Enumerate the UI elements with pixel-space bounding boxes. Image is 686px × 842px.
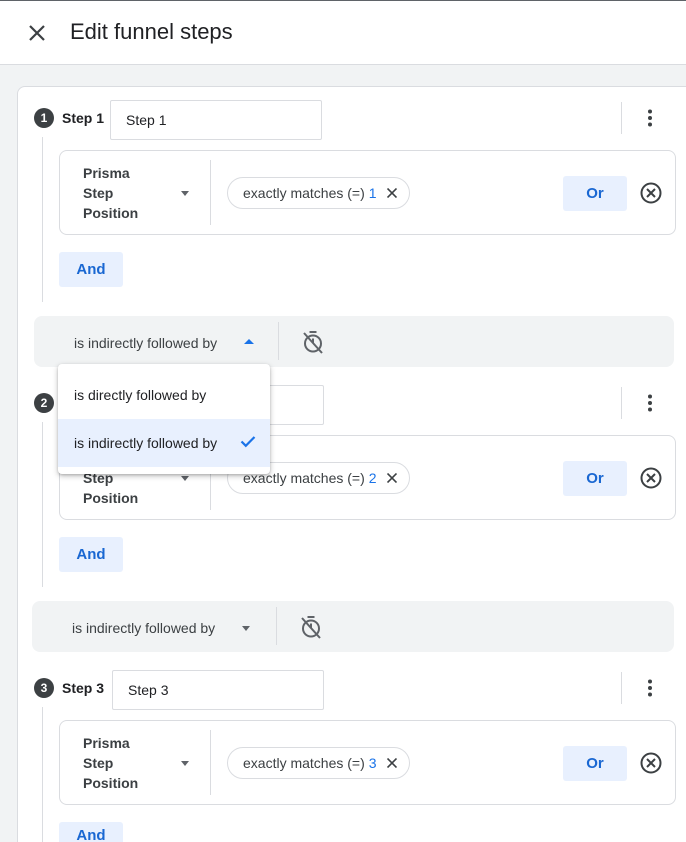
step-menu-button[interactable]: [638, 106, 662, 130]
chip-remove-button[interactable]: [386, 473, 397, 483]
close-icon: [386, 473, 397, 483]
dropdown-option-directly[interactable]: is directly followed by: [58, 371, 270, 419]
and-button[interactable]: And: [59, 822, 123, 842]
remove-condition-button[interactable]: [639, 466, 663, 490]
or-button[interactable]: Or: [563, 176, 627, 211]
chevron-down-icon[interactable]: [181, 191, 189, 196]
step-label: Step 1: [62, 110, 105, 126]
and-button[interactable]: And: [59, 537, 123, 572]
step-menu-button[interactable]: [638, 676, 662, 700]
chip-remove-button[interactable]: [386, 188, 397, 198]
divider: [210, 160, 211, 225]
chevron-down-icon[interactable]: [181, 761, 189, 766]
option-label: is indirectly followed by: [74, 435, 218, 451]
timer-off-icon: [301, 616, 321, 639]
option-label: is directly followed by: [74, 387, 207, 403]
cancel-circle-icon: [640, 182, 662, 204]
dimension-label[interactable]: Prisma Step Position: [83, 733, 153, 793]
step-label: Step 3: [62, 680, 105, 696]
remove-condition-button[interactable]: [639, 181, 663, 205]
step-menu-button[interactable]: [638, 391, 662, 415]
sequence-select[interactable]: is indirectly followed by: [72, 620, 215, 636]
timer-off-button[interactable]: [300, 615, 322, 639]
close-icon: [386, 188, 397, 198]
step-name-input[interactable]: Step 3: [112, 670, 324, 710]
step-number-badge: 1: [34, 108, 54, 128]
timer-off-icon: [303, 331, 323, 354]
close-icon: [29, 25, 45, 41]
and-button[interactable]: And: [59, 252, 123, 287]
condition-value: 3: [368, 755, 377, 771]
check-icon: [240, 435, 256, 451]
condition-value: 1: [368, 185, 377, 201]
step-number-badge: 3: [34, 678, 54, 698]
dialog-header: Edit funnel steps: [0, 1, 686, 65]
sequence-dropdown-menu: is directly followed by is indirectly fo…: [58, 364, 270, 474]
divider: [621, 387, 622, 419]
condition-value: 2: [368, 470, 377, 486]
divider: [621, 102, 622, 134]
step-connector-line: [42, 422, 43, 587]
condition-chip[interactable]: exactly matches (=) 1: [227, 177, 410, 209]
chevron-down-icon[interactable]: [181, 476, 189, 481]
or-button[interactable]: Or: [563, 746, 627, 781]
page-title: Edit funnel steps: [70, 19, 233, 44]
cancel-circle-icon: [640, 752, 662, 774]
chevron-down-icon[interactable]: [242, 626, 250, 631]
operator-text: exactly matches (=): [243, 755, 365, 771]
step-number-badge: 2: [34, 393, 54, 413]
close-button[interactable]: [25, 21, 49, 45]
more-vert-icon: [648, 109, 652, 127]
remove-condition-button[interactable]: [639, 751, 663, 775]
condition-chip[interactable]: exactly matches (=) 3: [227, 747, 410, 779]
divider: [278, 322, 279, 360]
sequence-select[interactable]: is indirectly followed by: [74, 335, 217, 351]
more-vert-icon: [648, 394, 652, 412]
more-vert-icon: [648, 679, 652, 697]
operator-text: exactly matches (=): [243, 185, 365, 201]
or-button[interactable]: Or: [563, 461, 627, 496]
timer-off-button[interactable]: [302, 330, 324, 354]
divider: [276, 607, 277, 645]
close-icon: [386, 758, 397, 768]
dimension-label[interactable]: Prisma Step Position: [83, 163, 153, 223]
cancel-circle-icon: [640, 467, 662, 489]
chevron-up-icon[interactable]: [244, 339, 254, 344]
step-connector-line: [42, 137, 43, 302]
chip-remove-button[interactable]: [386, 758, 397, 768]
divider: [621, 672, 622, 704]
step-connector-line: [42, 707, 43, 842]
divider: [210, 730, 211, 795]
step-name-input[interactable]: Step 1: [110, 100, 322, 140]
dropdown-option-indirectly[interactable]: is indirectly followed by: [58, 419, 270, 467]
